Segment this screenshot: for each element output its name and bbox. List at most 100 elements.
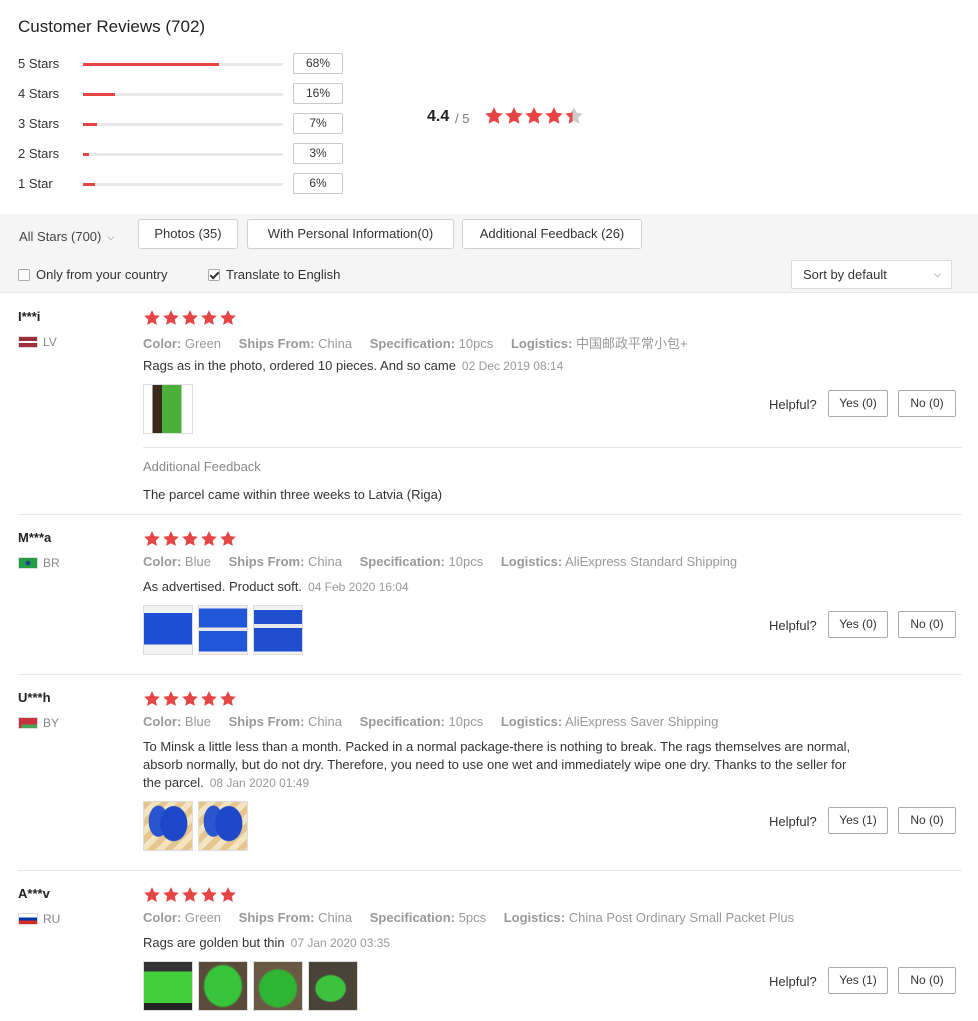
attr-color-value: Green xyxy=(184,336,222,351)
helpful-yes-button[interactable]: Yes (1) xyxy=(828,967,888,994)
review-photo-thumbnail[interactable] xyxy=(143,384,193,434)
star-icon xyxy=(143,309,162,327)
review-body: Rags as in the photo, ordered 10 pieces.… xyxy=(143,358,456,373)
reviewer-name: I***i xyxy=(18,309,41,324)
review-attributes: Color: Blue Ships From: China Specificat… xyxy=(143,714,732,729)
attr-ships-value: China xyxy=(318,910,353,925)
star-icon xyxy=(200,886,219,904)
rating-percent: 7% xyxy=(293,113,343,134)
attr-color-value: Green xyxy=(184,910,222,925)
star-filter-dropdown[interactable]: All Stars (700) ⌵ xyxy=(19,229,114,244)
helpful-label: Helpful? xyxy=(769,814,817,829)
review-attributes: Color: Blue Ships From: China Specificat… xyxy=(143,554,751,569)
rating-row-2[interactable]: 2 Stars 3% xyxy=(18,143,348,165)
review-photo-thumbnail[interactable] xyxy=(198,605,248,655)
country-code: BR xyxy=(43,556,60,570)
translate-checkbox[interactable] xyxy=(208,268,220,281)
reviewer-country: BY xyxy=(18,716,59,730)
review-photos xyxy=(143,384,198,434)
helpful-label: Helpful? xyxy=(769,397,817,412)
rating-row-5[interactable]: 5 Stars 68% xyxy=(18,53,348,75)
star-icon xyxy=(181,309,200,327)
attr-spec-key: Specification: xyxy=(359,714,445,729)
helpful-label: Helpful? xyxy=(769,974,817,989)
sort-select[interactable]: Sort by default ⌵ xyxy=(791,260,952,289)
rating-row-4[interactable]: 4 Stars 16% xyxy=(18,83,348,105)
review-photo-thumbnail[interactable] xyxy=(198,801,248,851)
chevron-down-icon: ⌵ xyxy=(934,269,941,279)
review-photo-thumbnail[interactable] xyxy=(308,961,358,1011)
photos-filter-button[interactable]: Photos (35) xyxy=(138,219,238,249)
reviewer-name: U***h xyxy=(18,690,51,705)
helpful-yes-button[interactable]: Yes (0) xyxy=(828,611,888,638)
attr-color-key: Color: xyxy=(143,714,182,729)
helpful-yes-button[interactable]: Yes (1) xyxy=(828,807,888,834)
additional-feedback-filter-button[interactable]: Additional Feedback (26) xyxy=(462,219,642,249)
rating-bar-track xyxy=(83,63,283,66)
reviewer-country: LV xyxy=(18,335,57,349)
rating-row-1[interactable]: 1 Star 6% xyxy=(18,173,348,195)
helpful-yes-button[interactable]: Yes (0) xyxy=(828,390,888,417)
star-icon xyxy=(162,530,181,548)
rating-row-3[interactable]: 3 Stars 7% xyxy=(18,113,348,135)
star-icon xyxy=(162,886,181,904)
attr-ships-key: Ships From: xyxy=(228,554,305,569)
star-icon xyxy=(181,530,200,548)
average-star-rating xyxy=(484,106,584,126)
rating-row-label: 2 Stars xyxy=(18,146,60,161)
helpful-label: Helpful? xyxy=(769,618,817,633)
attr-spec-value: 10pcs xyxy=(448,714,484,729)
only-country-label: Only from your country xyxy=(36,267,168,282)
review-photo-thumbnail[interactable] xyxy=(143,961,193,1011)
attr-ships-value: China xyxy=(308,714,342,729)
rating-percent: 68% xyxy=(293,53,343,74)
attr-spec-key: Specification: xyxy=(369,336,455,351)
rating-row-label: 1 Star xyxy=(18,176,53,191)
translate-option[interactable]: Translate to English xyxy=(208,267,340,282)
only-country-checkbox[interactable] xyxy=(18,268,30,281)
review-photo-thumbnail[interactable] xyxy=(253,605,303,655)
review-item: A***v RU Color: Green Ships From: China … xyxy=(0,871,978,1021)
review-photo-thumbnail[interactable] xyxy=(253,961,303,1011)
filter-bar: All Stars (700) ⌵ Photos (35) With Person… xyxy=(0,214,978,293)
star-icon xyxy=(143,886,162,904)
review-text: To Minsk a little less than a month. Pac… xyxy=(143,738,863,792)
country-code: RU xyxy=(43,912,61,926)
sort-select-value: Sort by default xyxy=(803,267,887,282)
star-icon xyxy=(544,106,564,126)
attr-color-value: Blue xyxy=(184,714,211,729)
rating-bar-fill xyxy=(83,93,115,96)
rating-percent: 16% xyxy=(293,83,343,104)
helpful-no-button[interactable]: No (0) xyxy=(898,390,956,417)
star-icon xyxy=(484,106,504,126)
rating-row-label: 5 Stars xyxy=(18,56,60,71)
helpful-no-button[interactable]: No (0) xyxy=(898,611,956,638)
additional-feedback-heading: Additional Feedback xyxy=(143,459,261,474)
helpful-no-button[interactable]: No (0) xyxy=(898,967,956,994)
attr-logistics-value: AliExpress Standard Shipping xyxy=(565,554,738,569)
average-rating-scale: / 5 xyxy=(455,111,470,126)
reviewer-country: RU xyxy=(18,912,60,926)
attr-logistics-value: China Post Ordinary Small Packet Plus xyxy=(568,910,795,925)
attr-logistics-value: 中国邮政平常小包+ xyxy=(575,336,688,351)
review-photo-thumbnail[interactable] xyxy=(143,801,193,851)
star-icon xyxy=(219,886,238,904)
review-photo-thumbnail[interactable] xyxy=(198,961,248,1011)
personal-info-filter-button[interactable]: With Personal Information(0) xyxy=(247,219,454,249)
additional-feedback-text: The parcel came within three weeks to La… xyxy=(143,487,443,502)
helpful-no-button[interactable]: No (0) xyxy=(898,807,956,834)
star-icon xyxy=(504,106,524,126)
attr-color-key: Color: xyxy=(143,554,182,569)
attr-ships-value: China xyxy=(318,336,353,351)
only-country-option[interactable]: Only from your country xyxy=(18,267,168,282)
rating-percent: 3% xyxy=(293,143,343,164)
star-icon xyxy=(181,690,200,708)
page-title: Customer Reviews (702) xyxy=(18,17,206,36)
average-rating: 4.4 xyxy=(427,108,450,125)
review-photo-thumbnail[interactable] xyxy=(143,605,193,655)
attr-logistics-value: AliExpress Saver Shipping xyxy=(565,714,719,729)
review-text: Rags as in the photo, ordered 10 pieces.… xyxy=(143,357,863,375)
star-icon xyxy=(200,530,219,548)
rating-bar-fill xyxy=(83,63,219,66)
review-photos xyxy=(143,801,253,851)
